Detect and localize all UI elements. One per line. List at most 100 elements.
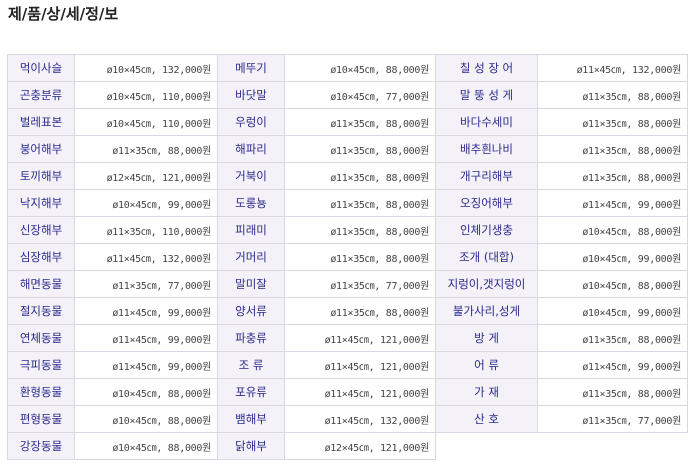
product-name-cell: 곤충분류 [7,81,75,109]
product-spec-cell: ø11×45㎝, 99,000원 [74,324,218,352]
product-name-cell: 개구리해부 [435,162,538,190]
table-row: 붕어해부 ø11×35㎝, 88,000원 해파리 ø11×35㎝, 88,000원 배… [7,135,688,163]
product-name-cell: 먹이사슬 [7,54,75,82]
product-spec-cell: ø11×45㎝, 99,000원 [537,189,688,217]
table-row: 먹이사슬 ø10×45㎝, 132,000원 메뚜기 ø10×45㎝, 88,000원… [7,54,688,82]
product-spec-cell: ø11×35㎝, 88,000원 [74,135,218,163]
product-spec-cell: ø11×35㎝, 88,000원 [284,135,436,163]
product-name-cell: 신장해부 [7,216,75,244]
product-name-cell: 포유류 [217,378,285,406]
table-row: 강장동물 ø10×45㎝, 88,000원 닭해부 ø12×45㎝, 121,000원 [7,432,688,460]
product-name-cell: 인체기생충 [435,216,538,244]
product-spec-cell: ø10×45㎝, 88,000원 [74,378,218,406]
product-name-cell: 말 뚱 성 게 [435,81,538,109]
product-name-cell: 뱀해부 [217,405,285,433]
product-spec-cell: ø11×35㎝, 110,000원 [74,216,218,244]
table-row: 연체동물 ø11×45㎝, 99,000원 파충류 ø11×45㎝, 121,000원… [7,324,688,352]
product-spec-cell: ø10×45㎝, 88,000원 [74,405,218,433]
product-spec-cell: ø11×45㎝, 132,000원 [74,243,218,271]
product-spec-cell: ø10×45㎝, 88,000원 [284,54,436,82]
product-name-cell: 절지동물 [7,297,75,325]
table-row: 심장해부 ø11×45㎝, 132,000원 거머리 ø11×35㎝, 88,000원… [7,243,688,271]
product-spec-cell: ø11×35㎝, 88,000원 [284,216,436,244]
table-row: 절지동물 ø11×45㎝, 99,000원 양서류 ø11×35㎝, 88,000원 불… [7,297,688,325]
product-name-cell: 오징어해부 [435,189,538,217]
product-name-cell: 연체동물 [7,324,75,352]
product-spec-cell: ø11×35㎝, 88,000원 [537,162,688,190]
product-spec-table: 먹이사슬 ø10×45㎝, 132,000원 메뚜기 ø10×45㎝, 88,000원… [7,54,688,460]
product-spec-cell: ø10×45㎝, 88,000원 [74,432,218,460]
product-name-cell: 배추흰나비 [435,135,538,163]
product-name-cell: 산 호 [435,405,538,433]
product-spec-cell: ø10×45㎝, 99,000원 [537,243,688,271]
product-name-cell: 강장동물 [7,432,75,460]
product-name-cell: 해면동물 [7,270,75,298]
product-spec-cell: ø12×45㎝, 121,000원 [74,162,218,190]
product-name-cell: 조개 (대합) [435,243,538,271]
product-spec-cell: ø11×35㎝, 77,000원 [74,270,218,298]
table-row: 극피동물 ø11×45㎝, 99,000원 조 류 ø11×45㎝, 121,000원… [7,351,688,379]
product-name-cell: 말미잘 [217,270,285,298]
product-spec-cell: ø11×35㎝, 88,000원 [537,324,688,352]
product-spec-cell: ø11×35㎝, 88,000원 [284,162,436,190]
product-spec-cell: ø11×45㎝, 132,000원 [537,54,688,82]
table-row: 곤충분류 ø10×45㎝, 110,000원 바닷말 ø10×45㎝, 77,000원… [7,81,688,109]
product-name-cell: 해파리 [217,135,285,163]
product-name-cell: 거북이 [217,162,285,190]
table-row: 낙지해부 ø10×45㎝, 99,000원 도롱뇽 ø11×35㎝, 88,000원 오… [7,189,688,217]
product-spec-cell: ø12×45㎝, 121,000원 [284,432,436,460]
product-spec-cell: ø11×45㎝, 121,000원 [284,378,436,406]
product-spec-cell: ø11×45㎝, 121,000원 [284,351,436,379]
product-name-cell: 피래미 [217,216,285,244]
product-spec-cell: ø10×45㎝, 99,000원 [74,189,218,217]
product-name-cell: 토끼해부 [7,162,75,190]
table-row: 신장해부 ø11×35㎝, 110,000원 피래미 ø11×35㎝, 88,000원… [7,216,688,244]
product-spec-cell: ø11×45㎝, 121,000원 [284,324,436,352]
product-spec-cell: ø10×45㎝, 99,000원 [537,297,688,325]
product-spec-cell: ø10×45㎝, 88,000원 [537,270,688,298]
product-spec-cell: ø11×35㎝, 88,000원 [537,108,688,136]
product-name-cell: 편형동물 [7,405,75,433]
product-spec-cell: ø10×45㎝, 110,000원 [74,108,218,136]
product-name-cell: 메뚜기 [217,54,285,82]
page-title: 제/품/상/세/정/보 [8,5,119,23]
product-spec-cell: ø11×35㎝, 88,000원 [537,378,688,406]
product-spec-cell: ø11×45㎝, 132,000원 [284,405,436,433]
table-row: 편형동물 ø10×45㎝, 88,000원 뱀해부 ø11×45㎝, 132,000원… [7,405,688,433]
product-name-cell: 우렁이 [217,108,285,136]
product-name-cell: 거머리 [217,243,285,271]
product-spec-table-body: 먹이사슬 ø10×45㎝, 132,000원 메뚜기 ø10×45㎝, 88,000원… [7,54,688,460]
product-spec-cell: ø11×35㎝, 88,000원 [284,189,436,217]
product-name-cell: 지렁이,갯지렁이 [435,270,538,298]
product-spec-cell: ø10×45㎝, 88,000원 [537,216,688,244]
product-name-cell: 어 류 [435,351,538,379]
product-name-cell: 도롱뇽 [217,189,285,217]
product-name-cell: 불가사리,성게 [435,297,538,325]
product-spec-cell: ø11×35㎝, 88,000원 [284,297,436,325]
product-name-cell: 방 게 [435,324,538,352]
table-row: 벌레표본 ø10×45㎝, 110,000원 우렁이 ø11×35㎝, 88,000원… [7,108,688,136]
product-name-cell: 바닷말 [217,81,285,109]
product-spec-cell: ø11×35㎝, 88,000원 [284,243,436,271]
table-row: 토끼해부 ø12×45㎝, 121,000원 거북이 ø11×35㎝, 88,000원… [7,162,688,190]
empty-cell [435,432,538,460]
product-spec-cell: ø10×45㎝, 132,000원 [74,54,218,82]
product-name-cell: 칠 성 장 어 [435,54,538,82]
empty-cell [537,432,688,460]
product-name-cell: 바다수세미 [435,108,538,136]
product-spec-cell: ø11×35㎝, 88,000원 [284,108,436,136]
product-spec-cell: ø11×45㎝, 99,000원 [74,351,218,379]
product-name-cell: 조 류 [217,351,285,379]
product-spec-cell: ø11×35㎝, 88,000원 [537,135,688,163]
table-row: 환형동물 ø10×45㎝, 88,000원 포유류 ø11×45㎝, 121,000원… [7,378,688,406]
product-name-cell: 양서류 [217,297,285,325]
product-spec-cell: ø10×45㎝, 77,000원 [284,81,436,109]
product-name-cell: 가 재 [435,378,538,406]
product-spec-cell: ø11×35㎝, 88,000원 [537,81,688,109]
product-spec-cell: ø11×45㎝, 99,000원 [537,351,688,379]
product-name-cell: 붕어해부 [7,135,75,163]
product-spec-cell: ø11×35㎝, 77,000원 [537,405,688,433]
product-spec-cell: ø11×35㎝, 77,000원 [284,270,436,298]
product-spec-cell: ø11×45㎝, 99,000원 [74,297,218,325]
product-name-cell: 심장해부 [7,243,75,271]
